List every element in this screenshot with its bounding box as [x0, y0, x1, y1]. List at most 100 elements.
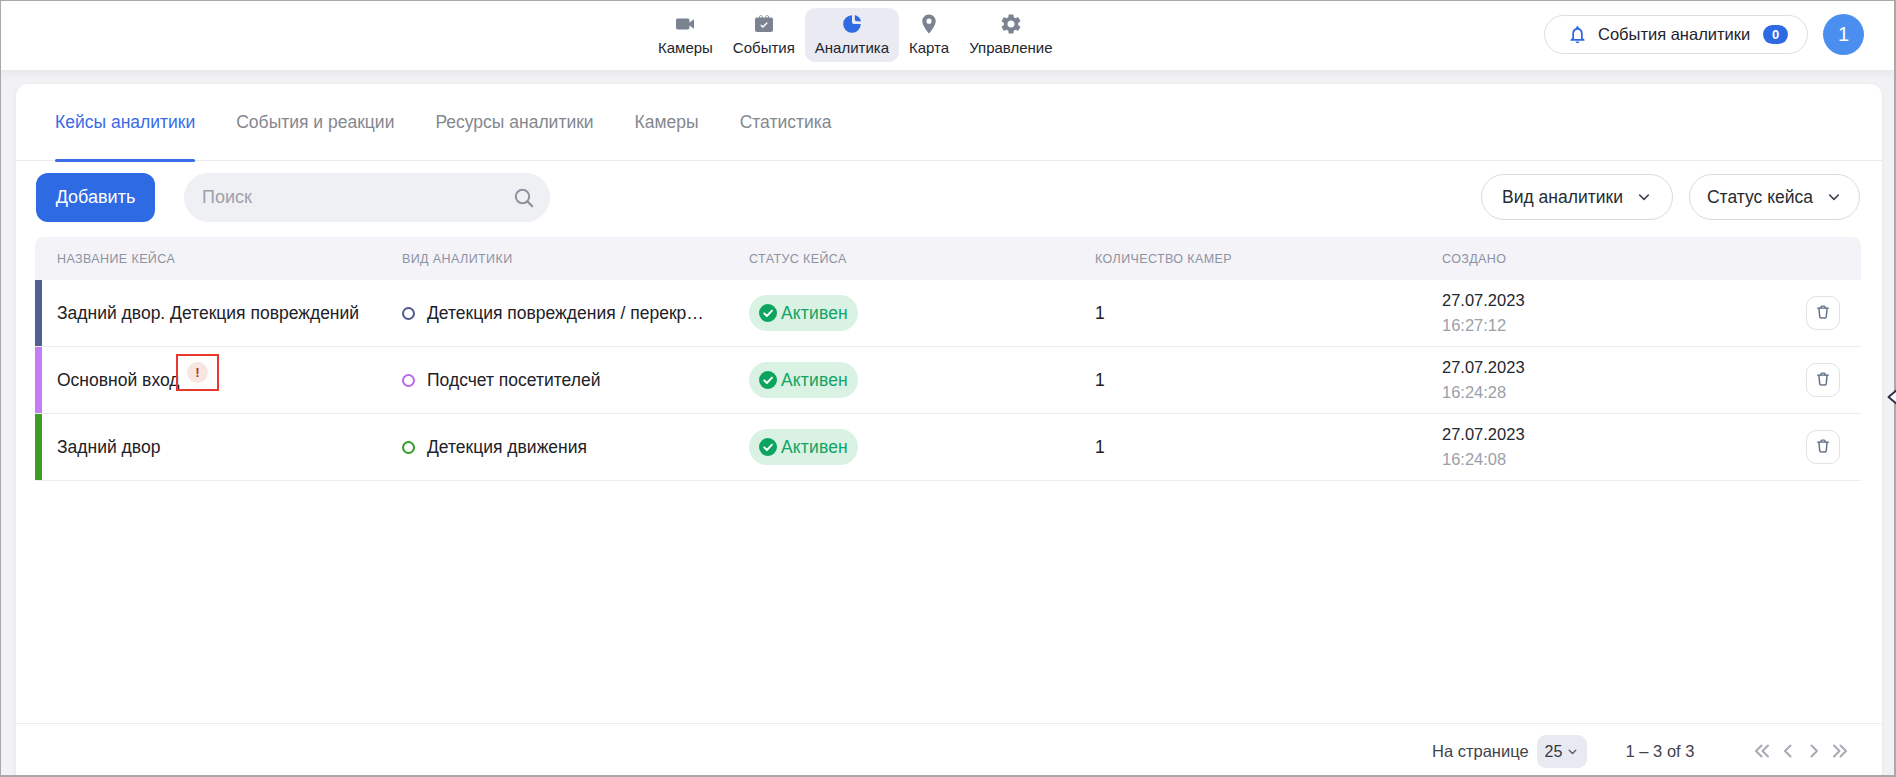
nav-item-analytics[interactable]: Аналитика	[805, 8, 899, 62]
tab-label: События и реакции	[236, 112, 394, 133]
previous-page-icon[interactable]	[1775, 738, 1801, 764]
nav-item-cameras[interactable]: Камеры	[648, 8, 723, 62]
column-header-analytics-type: ВИД АНАЛИТИКИ	[402, 237, 513, 280]
analytics-type-ring-icon	[402, 307, 415, 320]
events-count-badge: 0	[1763, 25, 1788, 44]
nav-item-management[interactable]: Управление	[959, 8, 1062, 62]
calendar-check-icon	[752, 12, 776, 36]
next-page-icon[interactable]	[1801, 738, 1827, 764]
tab-label: Камеры	[635, 112, 699, 133]
row-accent-bar	[35, 414, 42, 480]
created-time: 16:27:12	[1442, 313, 1525, 338]
trash-icon	[1813, 436, 1833, 459]
column-header-case-status: СТАТУС КЕЙСА	[749, 237, 847, 280]
camera-count: 1	[1095, 370, 1105, 391]
analytics-type-filter[interactable]: Вид аналитики	[1481, 174, 1673, 220]
per-page-value: 25	[1545, 743, 1563, 761]
created-date: 27.07.2023	[1442, 422, 1525, 447]
analytics-tabs: Кейсы аналитики События и реакции Ресурс…	[16, 84, 1882, 161]
analytics-events-label: События аналитики	[1598, 25, 1750, 44]
status-label: Активен	[781, 437, 848, 458]
pie-chart-icon	[840, 12, 864, 36]
app-screen: Камеры События Аналитика Карта	[0, 0, 1896, 777]
paginator-arrows	[1749, 724, 1853, 777]
analytics-type-ring-icon	[402, 374, 415, 387]
column-header-case-name: НАЗВАНИЕ КЕЙСА	[57, 237, 175, 280]
search-input[interactable]	[202, 187, 512, 208]
map-pin-icon	[917, 12, 941, 36]
chevron-down-icon	[1636, 189, 1652, 205]
analytics-type-ring-icon	[402, 441, 415, 454]
tab-label: Ресурсы аналитики	[435, 112, 593, 133]
nav-item-label: Управление	[969, 39, 1052, 57]
case-status-filter[interactable]: Статус кейса	[1689, 174, 1860, 220]
trash-icon	[1813, 369, 1833, 392]
page-range-text: 1 – 3 of 3	[1627, 724, 1693, 777]
user-avatar[interactable]: 1	[1823, 14, 1864, 55]
chevron-down-icon	[1566, 745, 1579, 758]
tab-events-reactions[interactable]: События и реакции	[236, 84, 394, 160]
alert-annotation-box: !	[176, 354, 219, 391]
check-circle-icon	[759, 371, 777, 389]
table-row[interactable]: Задний двор. Детекция повреждений Детекц…	[35, 280, 1861, 347]
tab-label: Статистика	[740, 112, 832, 133]
camera-count-cell: 1	[1095, 347, 1105, 413]
delete-case-button[interactable]	[1806, 363, 1840, 397]
created-cell: 27.07.2023 16:24:28	[1442, 347, 1525, 413]
case-name-cell: Задний двор	[57, 414, 160, 480]
nav-item-label: События	[733, 39, 795, 57]
trash-icon	[1813, 302, 1833, 325]
analytics-type-label: Подсчет посетителей	[427, 370, 600, 391]
status-label: Активен	[781, 370, 848, 391]
analytics-type-label: Детекция движения	[427, 437, 587, 458]
nav-item-label: Карта	[909, 39, 949, 57]
chevron-down-icon	[1826, 189, 1842, 205]
created-time: 16:24:08	[1442, 447, 1525, 472]
tab-analytics-cases[interactable]: Кейсы аналитики	[55, 84, 195, 160]
main-nav: Камеры События Аналитика Карта	[648, 8, 1063, 62]
table-header-row: НАЗВАНИЕ КЕЙСА ВИД АНАЛИТИКИ СТАТУС КЕЙС…	[35, 237, 1861, 280]
analytics-type-cell: Детекция повреждения / перекр…	[402, 280, 704, 346]
camera-count: 1	[1095, 437, 1105, 458]
row-accent-bar	[35, 280, 42, 346]
delete-case-button[interactable]	[1806, 430, 1840, 464]
filter-label: Статус кейса	[1707, 187, 1813, 208]
tab-analytics-resources[interactable]: Ресурсы аналитики	[435, 84, 593, 160]
first-page-icon[interactable]	[1749, 738, 1775, 764]
search-icon	[512, 186, 536, 210]
nav-item-label: Аналитика	[815, 39, 889, 57]
table-row[interactable]: Задний двор Детекция движения Активен 1	[35, 414, 1861, 481]
tab-cameras[interactable]: Камеры	[635, 84, 699, 160]
status-label: Активен	[781, 303, 848, 324]
top-navigation-bar: Камеры События Аналитика Карта	[0, 0, 1896, 70]
case-name-cell: Задний двор. Детекция повреждений	[57, 280, 359, 346]
per-page-select[interactable]: 25	[1537, 735, 1587, 768]
nav-item-map[interactable]: Карта	[899, 8, 959, 62]
per-page-label: На странице	[1432, 724, 1529, 777]
analytics-type-cell: Детекция движения	[402, 414, 587, 480]
analytics-events-button[interactable]: События аналитики 0	[1544, 15, 1808, 54]
status-badge: Активен	[749, 429, 858, 465]
check-circle-icon	[759, 438, 777, 456]
delete-case-button[interactable]	[1806, 296, 1840, 330]
tab-statistics[interactable]: Статистика	[740, 84, 832, 160]
nav-item-events[interactable]: События	[723, 8, 805, 62]
last-page-icon[interactable]	[1827, 738, 1853, 764]
table-row[interactable]: Основной вход ! Подсчет посетителей Акти…	[35, 347, 1861, 414]
search-box	[184, 173, 550, 222]
status-badge: Активен	[749, 295, 858, 331]
add-button[interactable]: Добавить	[36, 173, 155, 222]
case-name-cell: Основной вход !	[57, 347, 180, 413]
status-badge: Активен	[749, 362, 858, 398]
tab-label: Кейсы аналитики	[55, 112, 195, 133]
created-date: 27.07.2023	[1442, 288, 1525, 313]
analytics-type-label: Детекция повреждения / перекр…	[427, 303, 704, 324]
case-status-cell: Активен	[749, 280, 858, 346]
gear-icon	[999, 12, 1023, 36]
analytics-card: Кейсы аналитики События и реакции Ресурс…	[16, 84, 1882, 777]
column-header-camera-count: КОЛИЧЕСТВО КАМЕР	[1095, 237, 1232, 280]
video-camera-icon	[673, 12, 697, 36]
filter-label: Вид аналитики	[1502, 187, 1623, 208]
camera-count: 1	[1095, 303, 1105, 324]
case-name: Задний двор. Детекция повреждений	[57, 303, 359, 324]
